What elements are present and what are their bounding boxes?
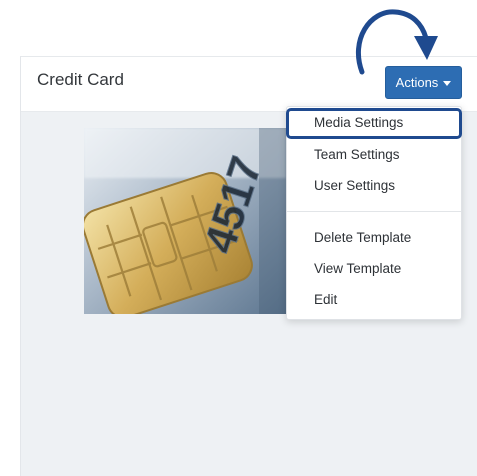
credit-card-image: 4517 [84, 128, 286, 314]
actions-dropdown-menu: Media Settings Team Settings User Settin… [286, 106, 462, 320]
menu-item-edit[interactable]: Edit [287, 285, 461, 315]
menu-divider [287, 211, 461, 212]
menu-item-user-settings[interactable]: User Settings [287, 171, 461, 201]
curved-arrow-icon [355, 9, 438, 75]
menu-item-media-settings[interactable]: Media Settings [287, 108, 461, 138]
panel-title: Credit Card [37, 70, 124, 89]
caret-down-icon [443, 81, 452, 86]
menu-item-team-settings[interactable]: Team Settings [287, 140, 461, 170]
menu-item-view-template[interactable]: View Template [287, 254, 461, 284]
menu-item-delete-template[interactable]: Delete Template [287, 223, 461, 253]
